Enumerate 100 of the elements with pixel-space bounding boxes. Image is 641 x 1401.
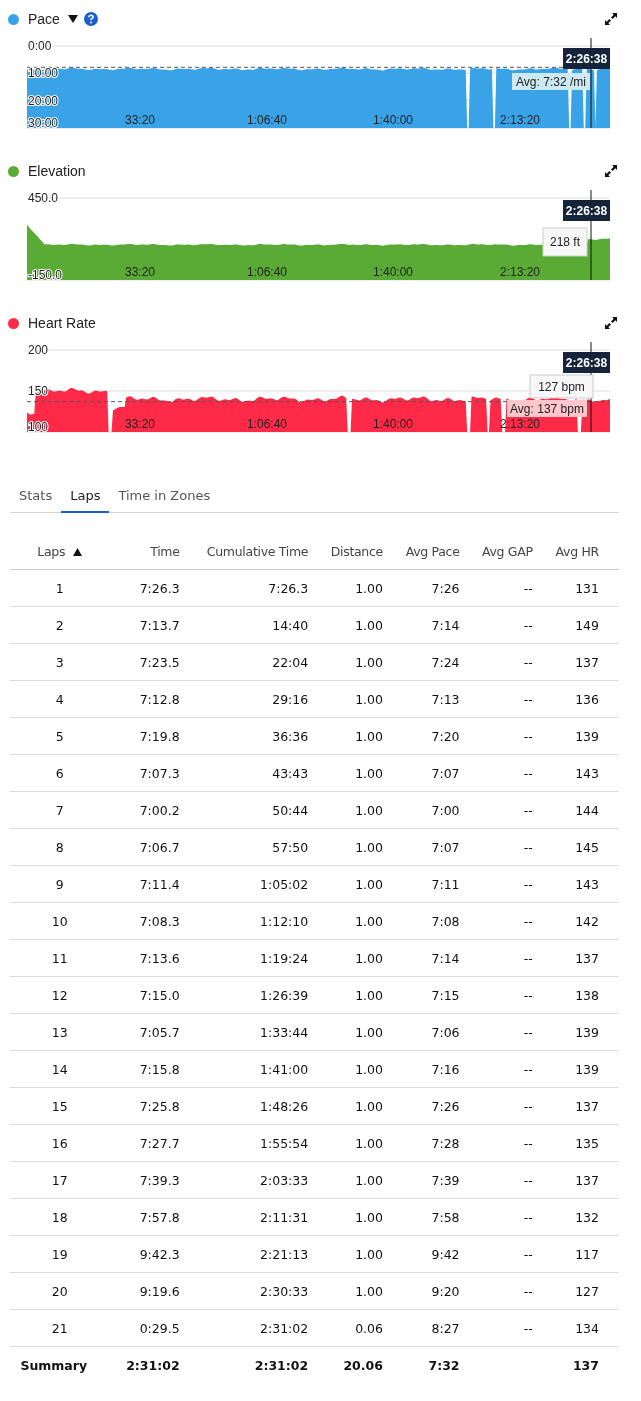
y-axis-label: 200 [28, 343, 49, 357]
table-cell: 7:05.7 [111, 1013, 188, 1051]
table-cell: -- [467, 1272, 541, 1310]
table-cell: 7:00.2 [111, 791, 188, 829]
time-tooltip: 2:26:38 [563, 352, 610, 373]
table-cell: 7:07.3 [111, 754, 188, 792]
tab[interactable]: Time in Zones [109, 480, 220, 513]
table-cell: 14 [10, 1050, 112, 1088]
table-cell: 15 [10, 1087, 112, 1125]
x-axis-label: 2:13:20 [500, 265, 540, 279]
table-cell: 139 [540, 1050, 619, 1088]
table-cell: 7:07 [390, 828, 468, 866]
table-cell: 1:19:24 [187, 939, 317, 977]
table-cell: 7:25.8 [111, 1087, 188, 1125]
tab[interactable]: Stats [10, 480, 62, 513]
expand-icon[interactable] [604, 12, 618, 26]
expand-icon[interactable] [604, 316, 618, 330]
table-cell: 1:33:44 [187, 1013, 317, 1051]
table-cell: 7:26.3 [111, 569, 188, 607]
table-cell: 2:11:31 [187, 1198, 317, 1236]
table-cell: -- [467, 754, 541, 792]
table-cell: -- [467, 1198, 541, 1236]
table-cell: 13 [10, 1013, 112, 1051]
table-cell: 1.00 [316, 1198, 391, 1236]
table-cell: 21 [10, 1309, 112, 1347]
table-cell: 3 [10, 643, 112, 681]
table-cell: 134 [540, 1309, 619, 1347]
table-cell: 131 [540, 569, 619, 607]
y-axis-label: 10:00 [28, 66, 59, 81]
y-axis-label: 20:00 [28, 93, 59, 108]
help-icon[interactable] [83, 12, 98, 26]
table-cell: 0.06 [316, 1309, 391, 1347]
table-cell: 7:27.7 [111, 1124, 188, 1162]
x-axis-label: 1:40:00 [373, 417, 413, 431]
column-header[interactable]: Distance [316, 533, 391, 570]
value-tooltip: 127 bpm [529, 374, 594, 399]
summary-cell: 2:31:02 [187, 1346, 317, 1383]
table-cell: 2:30:33 [187, 1272, 317, 1310]
table-cell: 1:26:39 [187, 976, 317, 1014]
table-cell: -- [467, 1235, 541, 1273]
column-header[interactable]: Laps [10, 533, 112, 570]
table-cell: 117 [540, 1235, 619, 1273]
table-cell: 7:07 [390, 754, 468, 792]
table-cell: -- [467, 717, 541, 755]
table-cell: 7:13 [390, 680, 468, 718]
x-axis-label: 1:06:40 [247, 417, 287, 431]
table-cell: 7:24 [390, 643, 468, 681]
table-cell: 57:50 [187, 828, 317, 866]
table-cell: 135 [540, 1124, 619, 1162]
column-header[interactable]: Avg Pace [390, 533, 468, 570]
x-axis-label: 33:20 [125, 265, 155, 279]
table-cell: 1.00 [316, 1013, 391, 1051]
summary-cell: 20.06 [316, 1346, 391, 1383]
table-cell: 29:16 [187, 680, 317, 718]
table-cell: 7:11.4 [111, 865, 188, 903]
table-cell: 7:08 [390, 902, 468, 940]
table-cell: -- [467, 828, 541, 866]
table-cell: 14:40 [187, 606, 317, 644]
y-axis-label: 0:00 [28, 39, 52, 53]
table-cell: 137 [540, 643, 619, 681]
x-axis-label: 33:20 [125, 113, 155, 127]
chart-title: Heart Rate [28, 315, 96, 331]
x-axis-label: 1:06:40 [247, 265, 287, 279]
table-cell: 1.00 [316, 828, 391, 866]
table-cell: 1.00 [316, 865, 391, 903]
table-cell: 1:12:10 [187, 902, 317, 940]
caret-icon[interactable] [67, 15, 78, 23]
table-cell: 7:00 [390, 791, 468, 829]
table-cell: 43:43 [187, 754, 317, 792]
x-axis-label: 1:40:00 [373, 265, 413, 279]
table-cell: 7:15 [390, 976, 468, 1014]
table-cell: 9:20 [390, 1272, 468, 1310]
table-cell: 139 [540, 717, 619, 755]
column-header[interactable]: Time [111, 533, 188, 570]
table-cell: 6 [10, 754, 112, 792]
table-cell: 138 [540, 976, 619, 1014]
table-cell: 2 [10, 606, 112, 644]
table-cell: 9:42.3 [111, 1235, 188, 1273]
table-cell: 9 [10, 865, 112, 903]
table-cell: 19 [10, 1235, 112, 1273]
table-cell: -- [467, 1013, 541, 1051]
table-cell: -- [467, 680, 541, 718]
expand-icon[interactable] [604, 164, 618, 178]
table-cell: 137 [540, 1161, 619, 1199]
sort-icon[interactable] [73, 547, 83, 556]
table-cell: 143 [540, 865, 619, 903]
tab[interactable]: Laps [61, 480, 110, 513]
time-tooltip: 2:26:38 [563, 48, 610, 69]
column-header[interactable]: Cumulative Time [187, 533, 317, 570]
table-cell: 127 [540, 1272, 619, 1310]
table-cell: 1:41:00 [187, 1050, 317, 1088]
table-cell: 50:44 [187, 791, 317, 829]
table-cell: 1.00 [316, 754, 391, 792]
column-header[interactable]: Avg HR [540, 533, 619, 570]
column-header[interactable]: Avg GAP [467, 533, 541, 570]
table-cell: 139 [540, 1013, 619, 1051]
table-cell: 8 [10, 828, 112, 866]
table-cell: 149 [540, 606, 619, 644]
table-cell: 12 [10, 976, 112, 1014]
table-cell: 2:03:33 [187, 1161, 317, 1199]
